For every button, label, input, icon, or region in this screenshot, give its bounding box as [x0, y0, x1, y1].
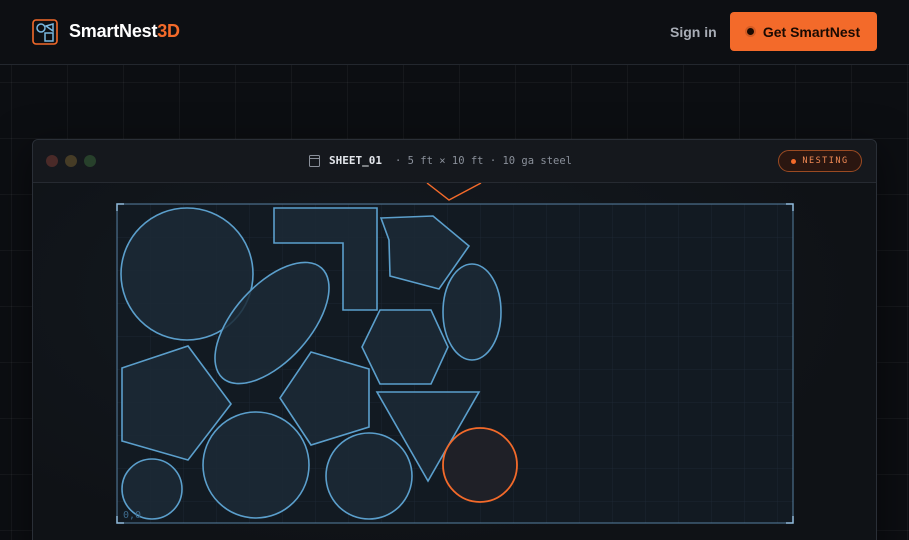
nesting-canvas[interactable]: 0,0 — [33, 183, 876, 540]
get-smartnest-button[interactable]: Get SmartNest — [730, 12, 877, 51]
status-dot-icon — [791, 158, 797, 164]
part-hexagon[interactable] — [361, 309, 449, 385]
sheet-file-icon — [309, 155, 320, 167]
nesting-preview-window: SHEET_01 · 5 ft × 10 ft · 10 ga steel NE… — [32, 139, 877, 540]
part-circle-active[interactable] — [442, 427, 518, 503]
maximize-dot — [84, 155, 96, 167]
window-titlebar: SHEET_01 · 5 ft × 10 ft · 10 ga steel NE… — [33, 140, 876, 183]
sign-in-link[interactable]: Sign in — [670, 24, 717, 40]
sheet-name: SHEET_01 — [329, 154, 382, 167]
origin-label: 0,0 — [123, 510, 141, 521]
part-ellipse-vertical[interactable] — [442, 263, 502, 361]
brand-name[interactable]: SmartNest3D — [69, 21, 180, 42]
site-header: SmartNest3D Sign in Get SmartNest — [0, 0, 909, 65]
nest-logo-icon[interactable] — [32, 19, 58, 45]
sheet-svg: 0,0 — [116, 183, 794, 524]
part-circle-mid[interactable] — [202, 411, 310, 519]
status-badge: NESTING — [778, 150, 862, 172]
close-dot — [46, 155, 58, 167]
minimize-dot — [65, 155, 77, 167]
incoming-part-chevron — [426, 183, 482, 201]
record-dot-icon — [746, 28, 754, 35]
sheet-meta: · 5 ft × 10 ft · 10 ga steel — [395, 155, 573, 167]
cta-label: Get SmartNest — [762, 23, 861, 40]
part-circle-right[interactable] — [325, 432, 413, 520]
